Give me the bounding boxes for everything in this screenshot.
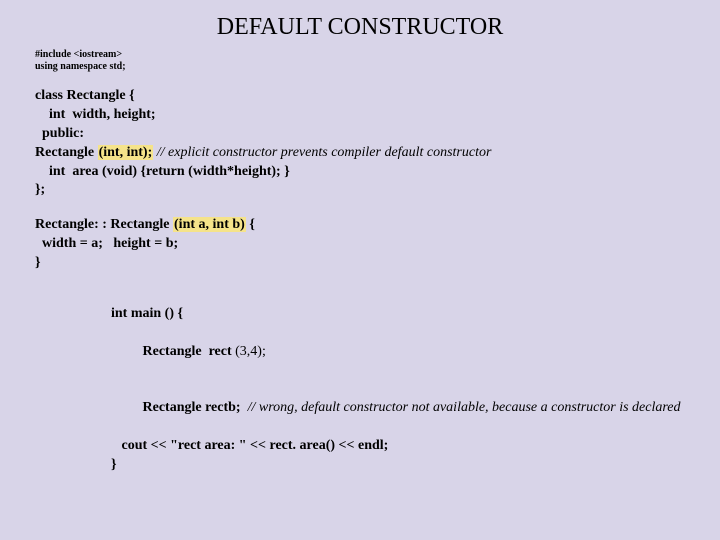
code-line: cout << "rect area: " << rect. area() <<… [111, 437, 685, 456]
constructor-params-highlight: (int a, int b) [173, 217, 246, 232]
rect-args: (3,4); [235, 344, 266, 359]
code-line: Rectangle rect (3,4); [111, 324, 685, 381]
preamble-line-2: using namespace std; [35, 61, 685, 73]
rectb-decl: Rectangle rectb; [132, 400, 241, 415]
constructor-definition: Rectangle: : Rectangle (int a, int b) { … [35, 216, 685, 273]
code-line: int area (void) {return (width*height); … [35, 163, 685, 182]
code-line: } [111, 456, 685, 475]
code-comment: // explicit constructor prevents compile… [153, 145, 491, 160]
code-line: Rectangle: : Rectangle (int a, int b) { [35, 216, 685, 235]
constructor-params-highlight: (int, int); [98, 145, 154, 160]
constructor-decl-name: Rectangle [35, 145, 98, 160]
rect-decl: Rectangle rect [132, 344, 235, 359]
code-line: class Rectangle { [35, 87, 685, 106]
code-line: width = a; height = b; [35, 235, 685, 254]
code-line: } [35, 254, 685, 273]
slide-content: DEFAULT CONSTRUCTOR #include <iostream> … [0, 0, 720, 485]
preamble: #include <iostream> using namespace std; [35, 49, 685, 73]
code-line: Rectangle (int, int); // explicit constr… [35, 144, 685, 163]
code-comment: // wrong, default constructor not availa… [241, 400, 681, 415]
code-line: }; [35, 181, 685, 200]
code-line: public: [35, 125, 685, 144]
brace: { [246, 217, 255, 232]
code-line: Rectangle rectb; // wrong, default const… [111, 381, 685, 438]
class-definition: class Rectangle { int width, height; pub… [35, 87, 685, 200]
main-function: int main () { Rectangle rect (3,4); Rect… [111, 305, 685, 475]
code-line: int width, height; [35, 106, 685, 125]
slide-title: DEFAULT CONSTRUCTOR [35, 14, 685, 41]
code-line: int main () { [111, 305, 685, 324]
constructor-def-name: Rectangle: : Rectangle [35, 217, 173, 232]
preamble-line-1: #include <iostream> [35, 49, 685, 61]
